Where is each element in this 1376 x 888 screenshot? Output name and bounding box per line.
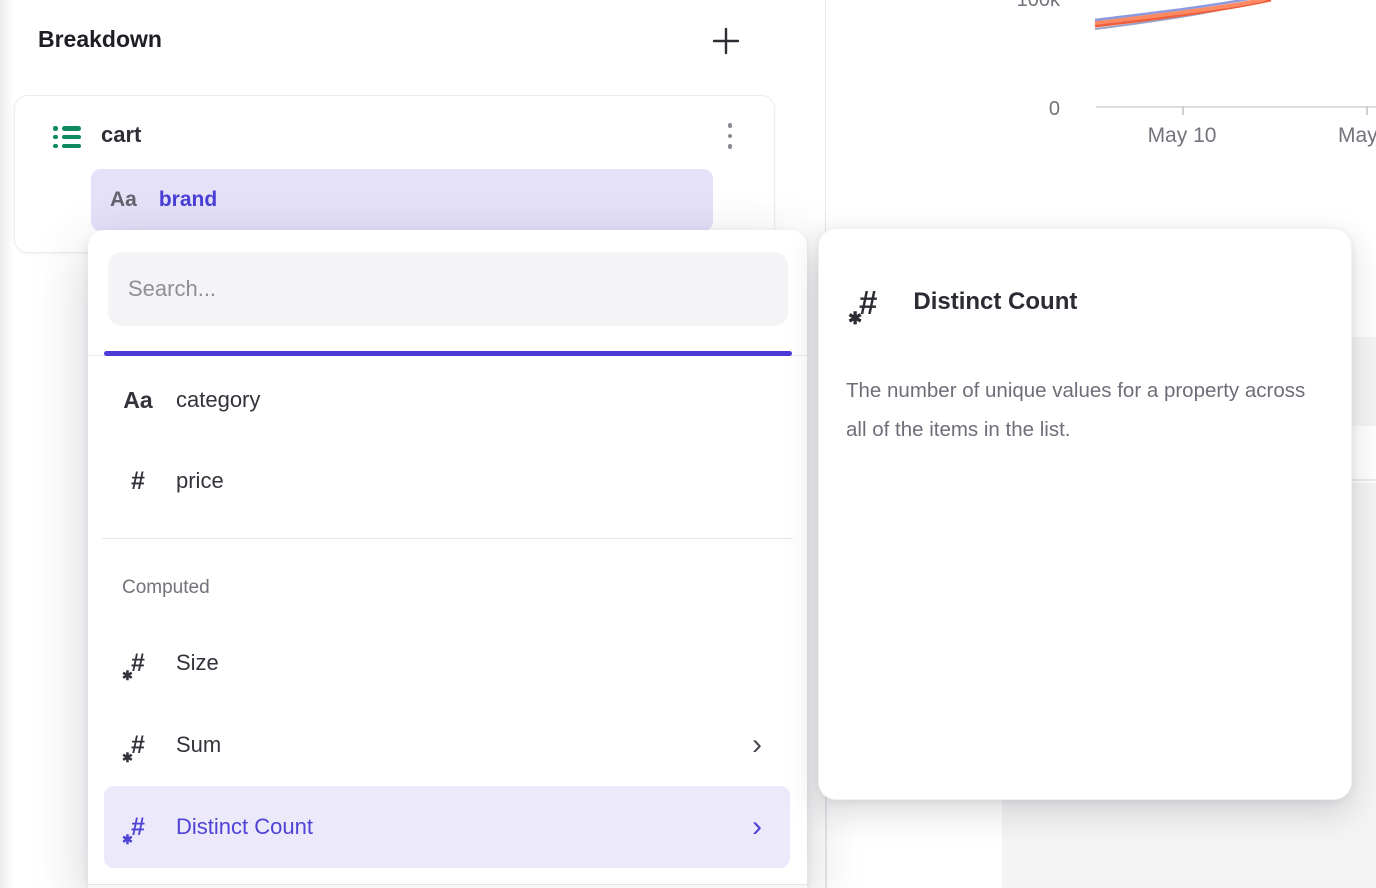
computed-item-label: Distinct Count xyxy=(176,814,313,840)
property-dropdown: Aa category # price Computed #✱ Size #✱ … xyxy=(88,230,807,888)
app-root: 100k 0 May 10 May 1 Breakdown xyxy=(0,0,1376,888)
number-type-icon: # xyxy=(131,467,145,496)
string-type-icon: Aa xyxy=(123,387,152,414)
property-item-label: price xyxy=(176,468,224,494)
breakdown-section-header: Breakdown xyxy=(0,0,825,80)
list-property-name: cart xyxy=(101,122,141,148)
kebab-icon xyxy=(728,123,733,128)
computed-item-sum[interactable]: #✱ Sum › xyxy=(104,717,790,773)
string-type-icon: Aa xyxy=(110,188,137,212)
property-item-category[interactable]: Aa category xyxy=(104,372,790,428)
tooltip-description: The number of unique values for a proper… xyxy=(846,371,1318,449)
computed-item-distinct-count[interactable]: #✱ Distinct Count › xyxy=(104,786,790,868)
tooltip-title: Distinct Count xyxy=(913,288,1077,316)
card-menu-button[interactable] xyxy=(721,120,739,152)
x-axis-tick xyxy=(1182,106,1184,115)
x-axis-label-may1: May 1 xyxy=(1338,124,1376,148)
list-property-icon xyxy=(53,126,83,148)
computed-number-icon: #✱ xyxy=(131,733,145,758)
tooltip-header: #✱ Distinct Count xyxy=(859,279,1077,325)
computed-section-label: Computed xyxy=(122,577,210,599)
chevron-right-icon: › xyxy=(752,730,762,760)
selected-property-name: brand xyxy=(159,188,217,212)
property-item-label: category xyxy=(176,387,260,413)
x-axis-label-may10: May 10 xyxy=(1132,124,1232,148)
active-tab-indicator xyxy=(104,351,792,356)
y-axis-tick-100k: 100k xyxy=(980,0,1060,12)
computed-item-size[interactable]: #✱ Size xyxy=(104,635,790,691)
chevron-right-icon: › xyxy=(752,812,762,842)
page-left-gradient xyxy=(0,0,14,888)
add-breakdown-button[interactable] xyxy=(710,25,742,57)
computed-number-icon: #✱ xyxy=(131,651,145,676)
x-axis-tick xyxy=(1366,106,1368,115)
search-input[interactable] xyxy=(108,252,788,326)
computed-item-label: Sum xyxy=(176,732,221,758)
selected-property-chip[interactable]: Aa brand xyxy=(91,169,713,231)
y-axis-tick-0: 0 xyxy=(980,98,1060,121)
chart-line-series xyxy=(1090,0,1376,36)
breakdown-title: Breakdown xyxy=(38,26,162,53)
x-axis-line xyxy=(1096,106,1376,108)
computed-number-icon: #✱ xyxy=(859,286,877,319)
dropdown-divider xyxy=(102,538,793,539)
breakdown-card-header: cart xyxy=(15,114,774,158)
computed-number-icon: #✱ xyxy=(131,815,145,840)
distinct-count-tooltip: #✱ Distinct Count The number of unique v… xyxy=(818,228,1352,800)
plus-icon xyxy=(711,26,741,56)
property-item-price[interactable]: # price xyxy=(104,453,790,509)
computed-item-label: Size xyxy=(176,650,219,676)
